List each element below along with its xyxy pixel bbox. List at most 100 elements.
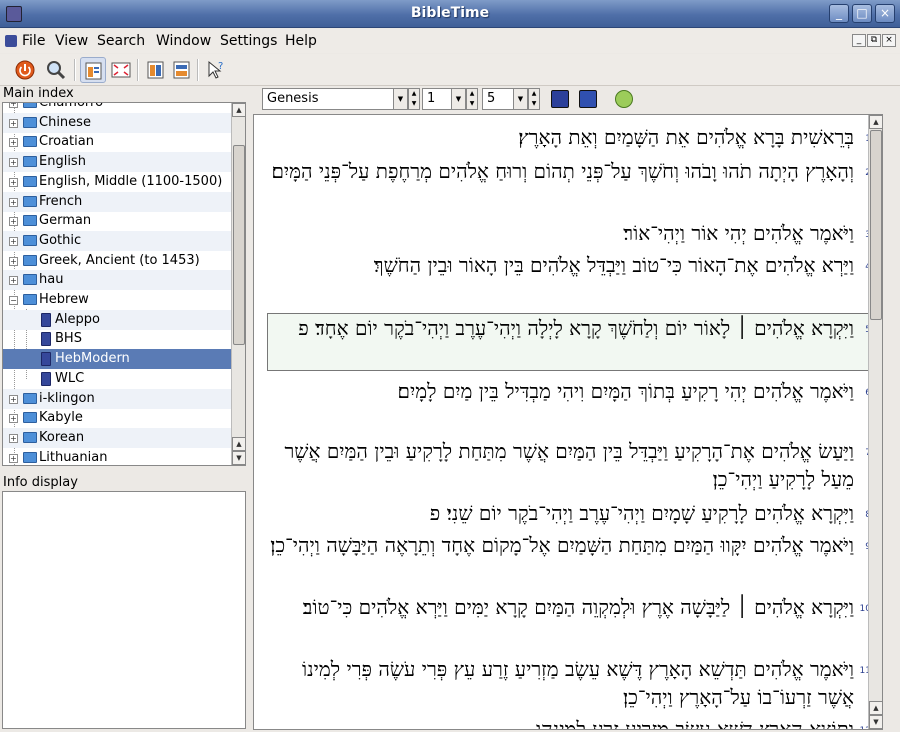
main-index-tree[interactable]: + Chamorro + Chinese + Croatian + English + Engli… [2,102,246,466]
book-stepper[interactable]: ▲ ▼ [408,88,420,110]
expand-icon[interactable]: + [9,414,18,424]
title-bar[interactable]: BibleTime _ □ × [0,0,900,28]
tree-folder-item[interactable]: + Korean [3,427,231,448]
verse[interactable]: 2וְהָאָרֶץ הָיְתָה תֹהוּ וָבֹהוּ וְחֹשֶׁ… [266,157,871,213]
menu-settings[interactable]: Settings [220,33,277,49]
expand-icon[interactable]: + [9,217,18,227]
expand-icon[interactable]: + [9,158,18,168]
tree-folder-item[interactable]: + English [3,152,231,173]
expand-icon[interactable]: + [9,433,18,443]
book-select[interactable]: Genesis ▼ [262,88,408,110]
expand-icon[interactable]: + [9,138,18,148]
fullscreen-button[interactable] [108,57,134,83]
tree-module-item[interactable]: BHS [3,329,231,349]
verse[interactable]: 6וַיֹּאמֶר אֱלֹהִים יְהִי רָקִיעַ בְּתוֹ… [266,377,871,433]
tree-folder-item[interactable]: + Kabyle [3,408,231,428]
text-scrollbar[interactable]: ▲ ▲ ▼ [868,115,882,729]
scroll-up-arrow[interactable]: ▲ [232,103,245,117]
search-button[interactable] [43,57,69,83]
tree-module-item[interactable]: Aleppo [3,309,231,330]
menu-search[interactable]: Search [97,33,145,49]
show-main-index-button[interactable] [80,57,106,83]
cascade-icon [173,61,190,79]
module-chooser-icon[interactable] [551,90,569,108]
expand-icon[interactable]: + [9,236,18,246]
verse-stepper[interactable]: ▲ ▼ [528,88,540,110]
minimize-button[interactable]: _ [829,4,849,23]
tree-folder-item[interactable]: + French [3,191,231,212]
collapse-icon[interactable]: − [9,296,18,305]
tree-folder-item[interactable]: + Lithuanian [3,448,231,465]
scroll-thumb[interactable] [870,130,882,320]
menu-help[interactable]: Help [285,33,317,49]
tree-folder-item[interactable]: + English, Middle (1100-1500) [3,172,231,192]
mdi-minimize-button[interactable]: _ [852,34,866,47]
tree-folder-item[interactable]: + Croatian [3,132,231,152]
scroll-down-arrow[interactable]: ▼ [869,715,882,729]
verse[interactable]: 10 וַיִּקְרָא אֱלֹהִים ׀ לַיַּבָּשָׁה אֶר… [266,593,871,649]
expand-icon[interactable]: + [9,394,18,404]
scroll-down-arrow[interactable]: ▼ [232,451,245,465]
tree-folder-item[interactable]: + hau [3,270,231,291]
scroll-up-arrow[interactable]: ▲ [232,437,245,451]
chapter-select[interactable]: 1 ▼ [422,88,466,110]
close-button[interactable]: × [875,4,895,23]
tree-module-item[interactable]: HebModern [3,349,231,370]
chevron-down-icon[interactable]: ▼ [513,89,527,109]
expand-icon[interactable]: + [9,197,18,207]
verse[interactable]: 12וַתּוֹצֵא הָאָרֶץ דֶּשֶׁא עֵשֶׂב מַזְר… [266,715,871,729]
bible-module-icon [41,332,51,347]
menu-window[interactable]: Window [156,33,211,49]
scroll-up-arrow[interactable]: ▲ [869,115,882,129]
folder-icon [23,215,37,227]
mdi-close-button[interactable]: × [882,34,896,47]
tree-module-item[interactable]: WLC [3,369,231,389]
verse[interactable]: 1בְּרֵאשִׁית בָּרָא אֱלֹהִים אֵת הַשָּׁמ… [266,123,871,151]
tree-item-label: Korean [39,429,85,445]
expand-icon[interactable]: + [9,118,18,128]
maximize-button[interactable]: □ [852,4,872,23]
scroll-up-arrow[interactable]: ▲ [869,701,882,715]
chapter-stepper[interactable]: ▲ ▼ [466,88,478,110]
verse[interactable]: 11 וַיֹּאמֶר אֱלֹהִים תַּדְשֵׁא הָאָרֶץ ד… [266,655,871,711]
folder-icon [23,156,37,168]
tree-folder-item[interactable]: + Chinese [3,112,231,133]
tree-scrollbar[interactable]: ▲ ▲ ▼ [231,103,245,465]
folder-icon [23,136,37,148]
verse-select[interactable]: 5 ▼ [482,88,528,110]
tree-folder-item[interactable]: + Greek, Ancient (to 1453) [3,251,231,271]
tree-item-label: French [39,193,83,209]
verse[interactable]: 5וַיִּקְרָא אֱלֹהִים ׀ לָאוֹר יוֹם וְלַח… [267,313,872,371]
whats-this-button[interactable]: ? [203,57,229,83]
tree-folder-item[interactable]: + i-klingon [3,388,231,409]
menu-view[interactable]: View [55,33,88,49]
mdi-restore-button[interactable]: ⧉ [867,34,881,47]
tile-vertical-button[interactable] [143,57,169,83]
tree-folder-item[interactable]: + German [3,211,231,231]
chevron-down-icon[interactable]: ▼ [393,89,407,109]
verse-text: וַיַּרְא אֱלֹהִים אֶת־הָאוֹר כִּי־טוֹב ו… [373,253,854,277]
expand-icon[interactable]: + [9,256,18,266]
scroll-thumb[interactable] [233,145,245,345]
quit-button[interactable] [12,57,38,83]
tree-folder-item[interactable]: + Gothic [3,230,231,251]
expand-icon[interactable]: + [9,276,18,286]
bible-text-view[interactable]: 1בְּרֵאשִׁית בָּרָא אֱלֹהִים אֵת הַשָּׁמ… [253,114,883,730]
menu-file[interactable]: File [22,33,45,49]
chevron-down-icon[interactable]: ▼ [451,89,465,109]
tree-folder-item[interactable]: − Hebrew [3,290,231,310]
expand-icon[interactable]: + [9,103,18,108]
folder-icon [23,274,37,286]
verse[interactable]: 7וַיַּעַשׂ אֱלֹהִים אֶת־הָרָקִיעַ וַיַּב… [266,437,871,493]
cascade-button[interactable] [169,57,195,83]
tree-folder-item[interactable]: + Chamorro [3,103,231,113]
expand-icon[interactable]: + [9,453,18,463]
search-module-icon[interactable] [615,90,633,108]
verse[interactable]: 9וַיֹּאמֶר אֱלֹהִים יִקָּווּ הַמַּיִם מִ… [266,531,871,587]
verse[interactable]: 4וַיַּרְא אֱלֹהִים אֶת־הָאוֹר כִּי־טוֹב … [266,251,871,307]
verse[interactable]: 3וַיֹּאמֶר אֱלֹהִים יְהִי אוֹר וַיְהִי־א… [266,219,871,247]
expand-icon[interactable]: + [9,177,18,187]
verse[interactable]: 8וַיִּקְרָא אֱלֹהִים לָרָקִיעַ שָׁמָיִם … [266,499,871,527]
add-module-icon[interactable] [579,90,597,108]
mdi-window-icon[interactable] [5,35,17,47]
